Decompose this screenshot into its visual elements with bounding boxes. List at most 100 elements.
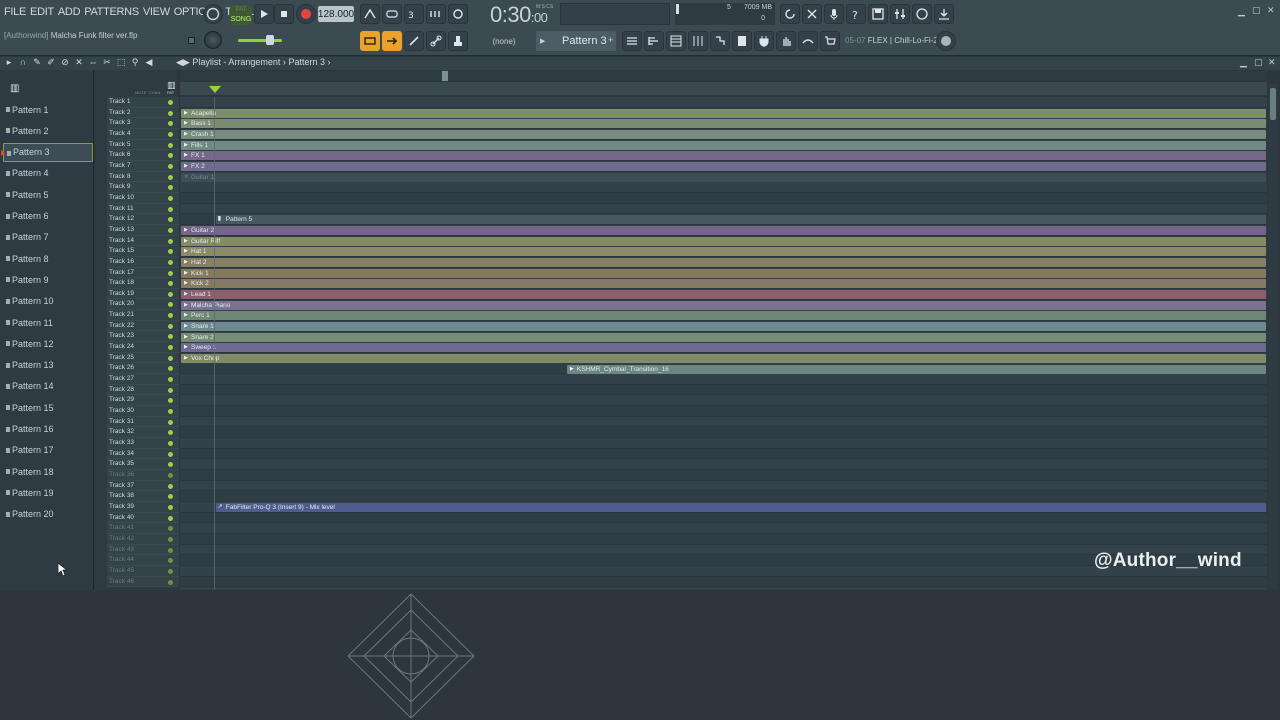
options-arrow-icon[interactable]: ▸ xyxy=(4,57,14,68)
playlist-row[interactable] xyxy=(180,491,1267,503)
track-enable-led[interactable] xyxy=(168,547,173,553)
menu-edit[interactable]: EDIT xyxy=(30,6,54,18)
overview-thumb[interactable] xyxy=(442,71,448,81)
playlist-row[interactable] xyxy=(180,182,1267,193)
track-enable-led[interactable] xyxy=(168,398,173,404)
track-header[interactable]: Track 16 xyxy=(107,256,179,268)
playlist-row[interactable] xyxy=(180,417,1267,428)
chat-button[interactable] xyxy=(912,4,932,24)
track-header[interactable]: Track 40 xyxy=(107,512,179,524)
track-header[interactable]: Track 28 xyxy=(107,384,179,396)
flex-preset-label[interactable]: 05-07 FLEX | Chill-Lo-Fi-2 xyxy=(845,36,938,45)
pattern-item[interactable]: Pattern 5 xyxy=(3,185,93,204)
track-header[interactable]: Track 15 xyxy=(107,246,179,257)
playlist-row[interactable] xyxy=(180,523,1267,535)
playlist-close-icon[interactable]: ✕ xyxy=(1268,57,1276,68)
plugin-button[interactable] xyxy=(754,31,774,51)
touch-keyboard-button[interactable] xyxy=(776,31,796,51)
track-header[interactable]: Track 27 xyxy=(107,374,179,385)
track-header[interactable]: Track 8 xyxy=(107,171,179,183)
playlist-clip[interactable]: Malcha Piano xyxy=(181,300,1266,310)
pattern-item[interactable]: Pattern 20 xyxy=(3,505,93,524)
track-header[interactable]: Track 46 xyxy=(107,576,179,588)
playhead-marker[interactable] xyxy=(209,86,221,93)
track-enable-led[interactable] xyxy=(168,174,173,180)
track-enable-led[interactable] xyxy=(168,121,173,127)
track-enable-led[interactable] xyxy=(168,419,173,425)
playlist-clip[interactable]: Acapella xyxy=(181,108,1266,118)
menu-add[interactable]: ADD xyxy=(58,6,81,18)
track-header[interactable]: Track 25 xyxy=(107,352,179,364)
track-enable-led[interactable] xyxy=(168,515,173,521)
playlist-clip[interactable]: Vox Chop xyxy=(181,353,1266,363)
track-enable-led[interactable] xyxy=(168,345,173,351)
playlist-row[interactable] xyxy=(180,97,1267,108)
playlist-row[interactable] xyxy=(180,470,1267,481)
playlist-row[interactable] xyxy=(180,534,1267,545)
blend-notes-button[interactable] xyxy=(426,4,446,24)
track-header[interactable]: Track 3 xyxy=(107,118,179,129)
playlist-row[interactable] xyxy=(180,459,1267,471)
audio-input-button[interactable] xyxy=(824,4,844,24)
pattern-item[interactable]: Pattern 8 xyxy=(3,249,93,268)
timeline-ruler[interactable] xyxy=(180,82,1267,96)
playlist-clip[interactable]: Perc 1 xyxy=(181,311,1266,321)
track-header[interactable]: Track 14 xyxy=(107,235,179,247)
track-enable-led[interactable] xyxy=(168,504,173,510)
help-button[interactable]: ? xyxy=(846,4,866,24)
add-pattern-icon[interactable]: + xyxy=(608,35,613,45)
playlist-row[interactable] xyxy=(180,384,1267,396)
track-enable-led[interactable] xyxy=(168,483,173,489)
track-header[interactable]: Track 12 xyxy=(107,214,179,225)
tempo-tapper-button[interactable] xyxy=(798,31,818,51)
breadcrumb-pattern[interactable]: Pattern 3 xyxy=(288,57,325,67)
track-enable-led[interactable] xyxy=(168,238,173,244)
minimize-icon[interactable]: ▁ xyxy=(1238,6,1245,17)
track-enable-led[interactable] xyxy=(168,313,173,319)
track-header[interactable]: Track 41 xyxy=(107,523,179,534)
playlist-clip[interactable]: FabFilter Pro-Q 3 (Insert 9) - Mix level xyxy=(215,503,1266,513)
track-header[interactable]: Track 9 xyxy=(107,182,179,193)
track-header[interactable]: Track 22 xyxy=(107,320,179,332)
slip-icon[interactable]: ⇔ xyxy=(88,57,98,68)
track-enable-led[interactable] xyxy=(168,323,173,329)
globe-button[interactable] xyxy=(936,31,956,51)
playlist-maximize-icon[interactable]: ▢ xyxy=(1254,57,1263,68)
pattern-item[interactable]: Pattern 9 xyxy=(3,270,93,289)
mixer-button[interactable] xyxy=(890,4,910,24)
mixer-view-button[interactable] xyxy=(688,31,708,51)
track-header[interactable]: Track 23 xyxy=(107,331,179,343)
track-header[interactable]: Track 34 xyxy=(107,448,179,460)
download-button[interactable] xyxy=(934,4,954,24)
track-enable-led[interactable] xyxy=(168,355,173,361)
pattern-item[interactable]: Pattern 7 xyxy=(3,228,93,247)
playlist-clip[interactable]: Pattern 5 xyxy=(215,215,1266,225)
track-enable-led[interactable] xyxy=(168,131,173,137)
speaker-icon[interactable]: ◀ xyxy=(144,57,154,68)
track-header[interactable]: Track 1 xyxy=(107,97,179,108)
playlist-clip[interactable]: Kick 2 xyxy=(181,279,1266,289)
playlist-clip[interactable]: Snare 2 xyxy=(181,332,1266,342)
pencil-tool-button[interactable] xyxy=(404,31,424,51)
track-header[interactable]: Track 21 xyxy=(107,310,179,321)
track-enable-led[interactable] xyxy=(168,387,173,393)
track-enable-led[interactable] xyxy=(168,462,173,468)
playlist-clip[interactable]: Fills 1 xyxy=(181,140,1266,150)
pencil-icon[interactable]: ✎ xyxy=(32,57,42,68)
track-header[interactable]: Track 26 xyxy=(107,363,179,375)
link-button[interactable] xyxy=(426,31,446,51)
track-header[interactable]: Track 4 xyxy=(107,128,179,140)
track-enable-led[interactable] xyxy=(168,249,173,255)
track-enable-led[interactable] xyxy=(168,441,173,446)
pattern-item[interactable]: Pattern 18 xyxy=(3,462,93,481)
tools-button[interactable] xyxy=(802,4,822,24)
pattern-item[interactable]: Pattern 12 xyxy=(3,334,93,353)
playlist-grid[interactable]: AcapellaBass 1Crash 1Fills 1FX 1FX 2Guit… xyxy=(180,97,1267,590)
track-header[interactable]: Track 44 xyxy=(107,555,179,566)
piano-roll-button[interactable] xyxy=(644,31,664,51)
slide-mode-button[interactable] xyxy=(382,31,402,51)
playlist-clip[interactable]: Sweep 1 xyxy=(181,343,1266,353)
track-enable-led[interactable] xyxy=(168,377,173,383)
slice-icon[interactable]: ✂ xyxy=(102,57,112,68)
track-header[interactable]: Track 36 xyxy=(107,469,179,481)
